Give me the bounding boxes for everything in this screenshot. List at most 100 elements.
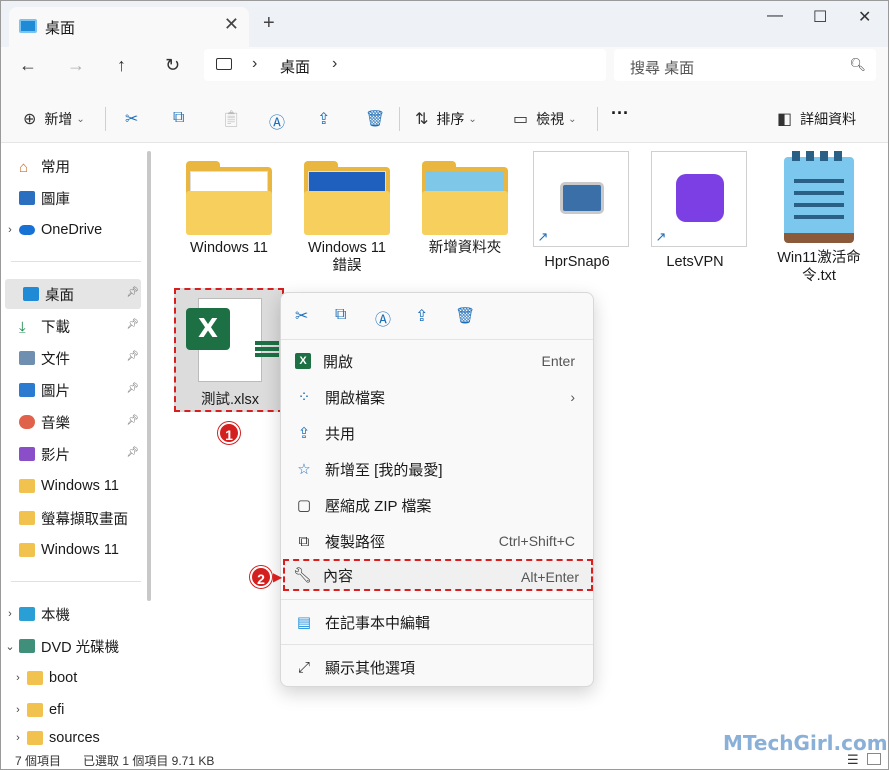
sidebar-item-desktop[interactable]: 桌面 📌︎ — [5, 279, 141, 309]
delete-icon[interactable]: 🗑︎ — [365, 109, 385, 129]
context-quick-actions: ✂ ⧉ Ⓐ ⇪ 🗑︎ — [281, 293, 593, 339]
menu-item-share[interactable]: ⇪ 共用 — [287, 417, 587, 449]
file-item-hprsnap[interactable]: ↗ HprSnap6 — [523, 151, 631, 271]
chevron-down-icon[interactable]: ⌄ — [1, 640, 19, 653]
cloud-icon — [19, 225, 35, 235]
context-menu: ✂ ⧉ Ⓐ ⇪ 🗑︎ X 開啟 Enter ⁘ 開啟檔案 › ⇪ 共用 ☆ 新增… — [280, 292, 594, 687]
copy-icon[interactable]: ⧉ — [173, 109, 184, 127]
sidebar-item-dvd[interactable]: ⌄ DVD 光碟機 — [1, 631, 141, 661]
pin-icon[interactable]: 📌︎ — [126, 415, 139, 426]
maximize-button[interactable]: ☐ — [813, 7, 827, 27]
file-item-new-folder[interactable]: 新增資料夾 — [411, 151, 519, 257]
sidebar-item-home[interactable]: ⌂ 常用 — [1, 151, 141, 181]
chevron-right-icon[interactable]: › — [9, 704, 27, 716]
paste-icon[interactable]: 📋︎ — [221, 109, 241, 129]
sidebar-item-boot[interactable]: › boot — [1, 663, 141, 693]
rename-icon[interactable]: Ⓐ — [269, 109, 285, 133]
copy-icon[interactable]: ⧉ — [335, 306, 346, 324]
sidebar-item-onedrive[interactable]: › OneDrive — [1, 215, 141, 245]
folder-icon — [19, 511, 35, 525]
menu-item-copy-path[interactable]: ⧉ 複製路徑 Ctrl+Shift+C — [287, 525, 587, 557]
sidebar-item-pictures[interactable]: 圖片 📌︎ — [1, 375, 141, 405]
menu-item-open[interactable]: X 開啟 Enter — [287, 345, 587, 377]
breadcrumb[interactable]: 桌面 — [280, 56, 310, 77]
sidebar-item-efi[interactable]: › efi — [1, 695, 141, 725]
sidebar-item-documents[interactable]: 文件 📌︎ — [1, 343, 141, 373]
chevron-right-icon[interactable]: › — [1, 224, 19, 236]
document-icon — [19, 351, 35, 365]
computer-icon — [19, 607, 35, 621]
sort-icon: ⇅ — [415, 111, 429, 128]
rename-icon[interactable]: Ⓐ — [375, 306, 391, 330]
sidebar-scrollbar[interactable] — [147, 151, 151, 601]
excel-icon: X — [295, 353, 311, 369]
file-item-windows11-error[interactable]: Windows 11 錯誤 — [293, 151, 401, 275]
pin-icon[interactable]: 📌︎ — [126, 447, 139, 458]
details-pane-button[interactable]: ◧ 詳細資料 — [777, 109, 856, 129]
chevron-right-icon[interactable]: › — [9, 672, 27, 684]
chevron-right-icon[interactable]: › — [9, 732, 27, 744]
back-button[interactable]: ← — [19, 55, 37, 76]
share-icon[interactable]: ⇪ — [317, 109, 330, 129]
delete-icon[interactable]: 🗑︎ — [455, 306, 475, 326]
menu-item-show-more-options[interactable]: ⤢ 顯示其他選項 — [287, 651, 587, 683]
open-with-icon: ⁘ — [297, 389, 311, 406]
file-item-win11-txt[interactable]: Win11激活命 令.txt — [765, 151, 873, 285]
sidebar-item-windows11[interactable]: Windows 11 — [1, 471, 141, 501]
up-button[interactable]: ↑ — [117, 55, 126, 76]
sidebar-item-this-pc[interactable]: › 本機 — [1, 599, 141, 629]
pin-icon[interactable]: 📌︎ — [126, 287, 139, 298]
pin-icon[interactable]: 📌︎ — [126, 319, 139, 330]
file-item-windows11[interactable]: Windows 11 — [175, 151, 283, 257]
new-label: 新增 — [44, 111, 73, 127]
cut-icon[interactable]: ✂ — [295, 306, 308, 326]
sidebar-item-screenshots[interactable]: 螢幕擷取畫面 — [1, 503, 141, 533]
chevron-right-icon[interactable]: › — [1, 608, 19, 620]
sidebar-item-downloads[interactable]: ⤓ 下載 📌︎ — [1, 311, 141, 341]
chevron-right-icon[interactable]: › — [332, 55, 337, 73]
menu-item-add-favorites[interactable]: ☆ 新增至 [我的最愛] — [287, 453, 587, 485]
tab-desktop[interactable]: 桌面 ✕ — [9, 7, 249, 47]
folder-icon — [422, 161, 508, 235]
file-item-test-xlsx[interactable]: X 測試.xlsx — [174, 288, 284, 412]
sidebar-item-gallery[interactable]: 圖庫 — [1, 183, 141, 213]
refresh-button[interactable]: ↻ — [165, 55, 180, 76]
camera-icon — [560, 182, 604, 214]
new-tab-button[interactable]: + — [263, 12, 275, 35]
sidebar-item-music[interactable]: 音樂 📌︎ — [1, 407, 141, 437]
shortcut-arrow-icon: ↗ — [536, 229, 550, 244]
menu-item-open-with[interactable]: ⁘ 開啟檔案 › — [287, 381, 587, 413]
sidebar-item-videos[interactable]: 影片 📌︎ — [1, 439, 141, 469]
search-input[interactable]: 搜尋 桌面 🔍︎ — [614, 49, 876, 81]
tab-title: 桌面 — [45, 20, 76, 37]
title-bar: 桌面 ✕ + — ☐ ✕ — [1, 1, 888, 47]
menu-item-properties[interactable]: 🔧︎ 內容 Alt+Enter — [283, 559, 593, 591]
menu-item-edit-notepad[interactable]: ▤ 在記事本中編輯 — [287, 606, 587, 638]
file-label: Windows 11 — [190, 240, 268, 256]
minimize-button[interactable]: — — [767, 7, 783, 25]
details-pane-icon: ◧ — [777, 111, 793, 128]
sidebar-item-windows11-2[interactable]: Windows 11 — [1, 535, 141, 565]
wrench-icon: 🔧︎ — [293, 567, 313, 584]
divider — [281, 644, 593, 645]
selection-info: 已選取 1 個項目 9.71 KB — [83, 754, 215, 768]
file-item-letsvpn[interactable]: ↗ LetsVPN — [641, 151, 749, 271]
excel-logo-icon: X — [186, 308, 230, 350]
new-button[interactable]: ⊕ 新增 ⌄ — [23, 109, 85, 129]
close-tab-icon[interactable]: ✕ — [224, 14, 239, 35]
sort-button[interactable]: ⇅ 排序 ⌄ — [415, 109, 477, 129]
forward-button[interactable]: → — [67, 55, 85, 76]
zip-icon: ▢ — [296, 497, 312, 514]
address-bar[interactable]: › 桌面 › — [204, 49, 606, 81]
more-options-button[interactable]: ··· — [611, 103, 629, 124]
close-window-button[interactable]: ✕ — [858, 7, 871, 27]
folder-icon — [186, 161, 272, 235]
cut-icon[interactable]: ✂ — [125, 109, 138, 129]
share-icon[interactable]: ⇪ — [415, 306, 428, 326]
pin-icon[interactable]: 📌︎ — [126, 351, 139, 362]
navigation-pane: ⌂ 常用 圖庫 › OneDrive 桌面 📌︎ ⤓ 下載 📌︎ 文件 📌︎ 圖… — [1, 143, 153, 749]
view-button[interactable]: ▭ 檢視 ⌄ — [513, 109, 577, 129]
sidebar-item-sources[interactable]: › sources — [1, 727, 141, 749]
pin-icon[interactable]: 📌︎ — [126, 383, 139, 394]
menu-item-compress-zip[interactable]: ▢ 壓縮成 ZIP 檔案 — [287, 489, 587, 521]
